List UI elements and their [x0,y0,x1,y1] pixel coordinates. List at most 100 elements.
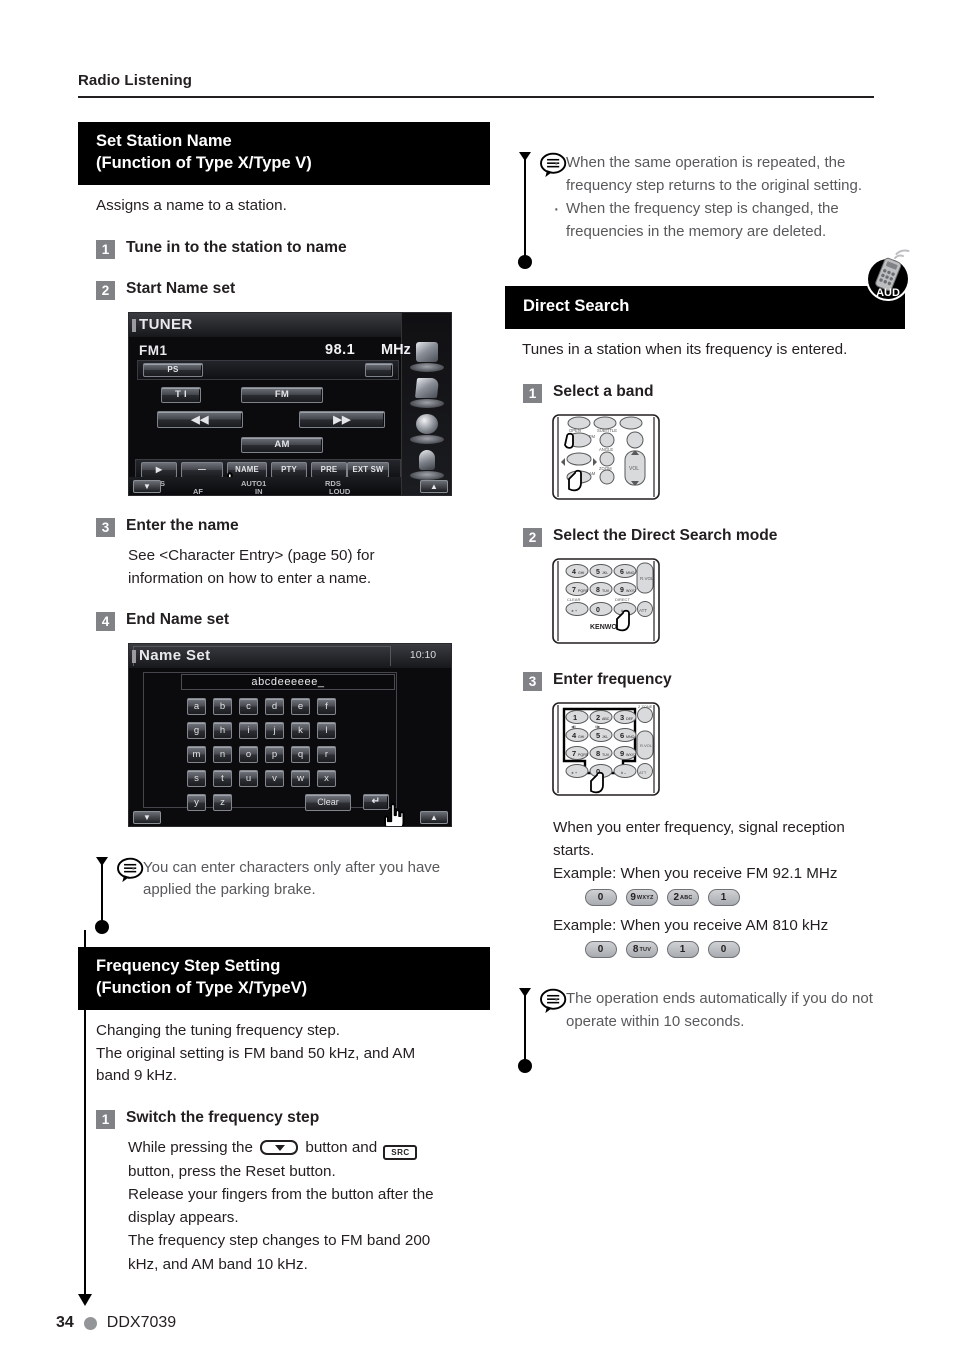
key-x[interactable]: x [317,769,336,787]
key-sub: ABC [680,894,693,901]
note-item: When the frequency step is changed, the … [551,197,905,243]
svg-text:9: 9 [620,587,624,594]
key-n[interactable]: n [213,745,232,763]
setup-icon[interactable] [408,449,446,481]
key-badge-2: 2 ABC [667,889,699,907]
svg-text:FM: FM [589,434,596,439]
source-menu-icon[interactable] [408,341,446,373]
svg-text:DIRECT: DIRECT [615,597,630,602]
key-badge-0: 0 [585,941,617,959]
audio-control-icon[interactable] [408,413,446,445]
name-set-next-knob[interactable]: ▲ [420,810,448,824]
svg-text:MNO: MNO [626,735,635,739]
step-number-badge: 2 [96,280,115,300]
tuner-am-button[interactable]: AM [241,436,323,453]
tuner-play-button[interactable]: ▶ [141,461,177,478]
key-main: 9 [630,892,636,904]
src-button-icon: SRC [383,1145,418,1161]
key-h[interactable]: h [213,721,232,739]
key-main: 2 [673,892,680,904]
tuner-indicator-button[interactable] [365,362,393,377]
tuner-volume-down-knob[interactable]: ▼ [133,479,161,493]
example-am-text: Example: When you receive AM 810 kHz [553,917,829,935]
key-c[interactable]: c [239,697,258,715]
note-list: The operation ends automatically if you … [551,987,905,1033]
key-q[interactable]: q [291,745,310,763]
key-s[interactable]: s [187,769,206,787]
svg-text:SUBTITLE: SUBTITLE [597,428,617,433]
key-a[interactable]: a [187,697,206,715]
step-number-badge: 1 [523,383,542,403]
direct-search-body: When you enter frequency, signal recepti… [553,816,905,885]
body-part1: While pressing the [128,1139,253,1157]
remote-figure-select-band: OPEN SUBTITLE ANGLE ZOOM VOL FM AM [545,413,905,506]
tuner-ps-button[interactable]: PS [143,362,203,377]
direct-search-step-3: 3 Enter frequency [523,670,905,691]
step-label: Switch the frequency step [126,1109,320,1127]
tuner-extsw-button[interactable]: EXT SW [347,461,389,478]
key-p[interactable]: p [265,745,284,763]
key-b[interactable]: b [213,697,232,715]
running-head: Radio Listening [78,72,874,98]
svg-text:PQRS: PQRS [578,589,589,593]
key-e[interactable]: e [291,697,310,715]
key-t[interactable]: t [213,769,232,787]
step-label: Select the Direct Search mode [553,526,778,544]
name-entry-field[interactable]: abcdeeeeee_ [181,673,395,690]
key-badge-9: 9 WXYZ [626,889,658,907]
section-title: Direct Search [523,297,630,315]
key-r[interactable]: r [317,745,336,763]
svg-text:TUV: TUV [602,589,610,593]
section-title-line2: (Function of Type X/TypeV) [96,978,308,997]
key-v[interactable]: v [265,769,284,787]
svg-text:2 ZONE: 2 ZONE [638,704,653,709]
step-number-badge: 1 [96,239,115,259]
key-w[interactable]: w [291,769,310,787]
key-f[interactable]: f [317,697,336,715]
body-line5: The frequency step changes to FM band 20… [128,1232,431,1250]
screen-control-icon[interactable] [408,377,446,409]
svg-text:JKL: JKL [602,735,608,739]
section-header-direct-search: Direct Search AUD [505,249,910,329]
clear-button[interactable]: Clear [305,793,351,811]
body-part3: button, press the Reset button. [128,1163,336,1181]
key-m[interactable]: m [187,745,206,763]
name-set-clock: 10:10 [409,648,437,661]
key-i[interactable]: i [239,721,258,739]
body-line1: When you enter frequency, signal recepti… [553,818,845,836]
key-z[interactable]: z [213,793,232,811]
tuner-band-label: FM1 [139,342,168,358]
tuner-next-button[interactable]: ▶▶ [299,410,385,428]
name-set-prev-knob[interactable]: ▼ [133,810,161,824]
page-number: 34 [56,1314,74,1331]
key-l[interactable]: l [317,721,336,739]
key-u[interactable]: u [239,769,258,787]
svg-text:4: 4 [572,569,576,576]
tuner-fm-button[interactable]: FM [241,386,323,403]
tuner-pre-button[interactable]: PRE [311,461,347,478]
key-d[interactable]: d [265,697,284,715]
key-j[interactable]: j [265,721,284,739]
key-k[interactable]: k [291,721,310,739]
tuner-prev-button[interactable]: ◀◀ [157,410,243,428]
svg-text:0: 0 [596,607,600,614]
tuner-pty-button[interactable]: PTY [271,461,307,478]
key-g[interactable]: g [187,721,206,739]
svg-text:8: 8 [596,749,600,758]
key-sub: TUV [639,946,652,953]
keyboard-row-4: s t u v w x [187,769,336,787]
key-y[interactable]: y [187,793,206,811]
direct-search-step-2: 2 Select the Direct Search mode [523,526,905,547]
tuner-volume-up-knob[interactable]: ▲ [420,479,448,493]
step-3: 3 Enter the name [96,516,490,537]
remote-figure-enter-frequency: 123 456 789 0 ABC DEF GHI JKL MNO PQRS TUV WX… [545,701,905,802]
tuner-ti-button[interactable]: T I [161,386,201,403]
svg-text:AM: AM [589,471,596,476]
footer-dot-icon [83,1316,97,1330]
svg-text:GHI: GHI [578,735,584,739]
svg-text:6: 6 [620,569,624,576]
name-set-title: Name Set [132,646,211,664]
model-name: DDX7039 [106,1314,177,1331]
key-o[interactable]: o [239,745,258,763]
note-marker [518,988,532,1074]
